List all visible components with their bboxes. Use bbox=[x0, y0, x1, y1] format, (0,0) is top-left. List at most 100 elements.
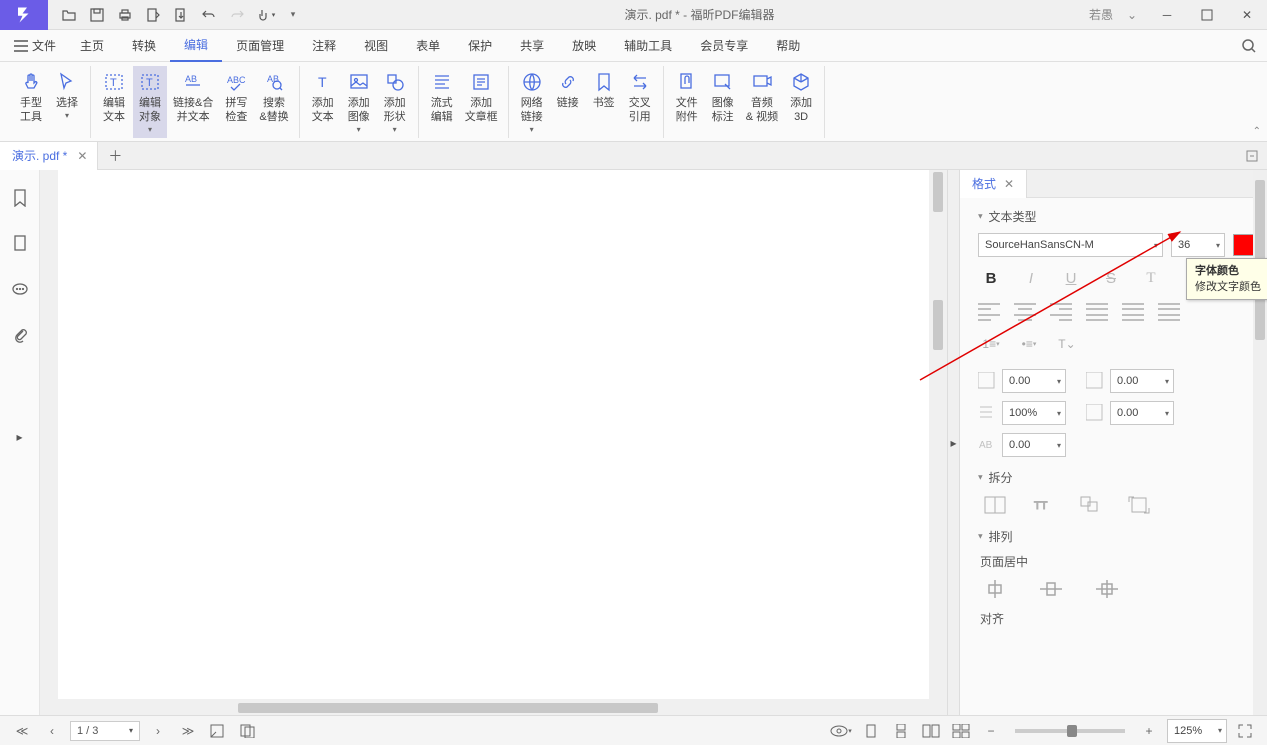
zoom-combo[interactable]: 125%▾ bbox=[1167, 719, 1227, 743]
menu-帮助[interactable]: 帮助 bbox=[762, 30, 814, 62]
format-tab-close-icon[interactable]: ✕ bbox=[1004, 177, 1014, 191]
spacing2-combo[interactable]: 0.00▾ bbox=[1110, 369, 1174, 393]
fullscreen-button[interactable] bbox=[1233, 719, 1257, 743]
pages-icon[interactable] bbox=[8, 232, 32, 256]
section-split[interactable]: 拆分 bbox=[978, 469, 1255, 486]
ribbon-collapse-icon[interactable]: ⌃ bbox=[1253, 126, 1261, 137]
ribbon-编辑文本[interactable]: T编辑 文本 bbox=[97, 66, 131, 128]
horizontal-scrollbar[interactable] bbox=[58, 701, 929, 715]
prev-page-button[interactable]: ‹ bbox=[40, 719, 64, 743]
first-page-button[interactable]: ≪ bbox=[10, 719, 34, 743]
ribbon-交叉引用[interactable]: 交叉 引用 bbox=[623, 66, 657, 128]
left-expand-icon[interactable]: ▸ bbox=[16, 430, 22, 444]
search-icon[interactable] bbox=[1235, 38, 1263, 54]
user-label[interactable]: 若愚 bbox=[1085, 6, 1117, 23]
export-icon[interactable] bbox=[140, 2, 166, 28]
menu-编辑[interactable]: 编辑 bbox=[170, 30, 222, 62]
document-tab[interactable]: 演示. pdf * ✕ bbox=[0, 142, 98, 170]
menu-注释[interactable]: 注释 bbox=[298, 30, 350, 62]
italic-button[interactable]: I bbox=[1020, 267, 1042, 289]
indent-right-button[interactable] bbox=[1158, 303, 1180, 321]
sb-icon2[interactable] bbox=[236, 719, 260, 743]
section-arrange[interactable]: 排列 bbox=[978, 528, 1255, 545]
last-page-button[interactable]: ≫ bbox=[176, 719, 200, 743]
bold-button[interactable]: B bbox=[980, 267, 1002, 289]
menu-辅助工具[interactable]: 辅助工具 bbox=[610, 30, 686, 62]
center-v-button[interactable] bbox=[1038, 578, 1064, 600]
bullet-list-button[interactable]: •≡▾ bbox=[1016, 333, 1042, 355]
char-spacing-combo[interactable]: 0.00▾ bbox=[1002, 433, 1066, 457]
bookmark-icon[interactable] bbox=[8, 186, 32, 210]
view-continuous-icon[interactable] bbox=[889, 719, 913, 743]
next-page-button[interactable]: › bbox=[146, 719, 170, 743]
ribbon-拼写检查[interactable]: ABC拼写 检查 bbox=[219, 66, 253, 128]
comment-icon[interactable] bbox=[8, 278, 32, 302]
format-tab[interactable]: 格式 ✕ bbox=[960, 170, 1027, 198]
sb-icon1[interactable] bbox=[206, 719, 230, 743]
superscript-button[interactable]: T bbox=[1140, 267, 1162, 289]
ribbon-搜索&替换[interactable]: AB搜索 &替换 bbox=[255, 66, 292, 128]
export2-icon[interactable] bbox=[168, 2, 194, 28]
spacing4-combo[interactable]: 0.00▾ bbox=[1110, 401, 1174, 425]
ribbon-编辑对象[interactable]: T编辑 对象▾ bbox=[133, 66, 167, 138]
panel-scrollbar[interactable] bbox=[1253, 170, 1267, 715]
touch-icon[interactable]: ▾ bbox=[252, 2, 278, 28]
indent-left-button[interactable] bbox=[1122, 303, 1144, 321]
zoom-in-button[interactable]: + bbox=[1137, 719, 1161, 743]
strike-button[interactable]: S bbox=[1100, 267, 1122, 289]
split3-button[interactable] bbox=[1078, 494, 1104, 516]
spacing1-combo[interactable]: 0.00▾ bbox=[1002, 369, 1066, 393]
ribbon-文件附件[interactable]: 文件 附件 bbox=[670, 66, 704, 128]
ribbon-网络链接[interactable]: 网络 链接▾ bbox=[515, 66, 549, 138]
align-justify-button[interactable] bbox=[1086, 303, 1108, 321]
number-list-button[interactable]: 1≡▾ bbox=[978, 333, 1004, 355]
menu-共享[interactable]: 共享 bbox=[506, 30, 558, 62]
split4-button[interactable] bbox=[1126, 494, 1152, 516]
vscroll-thumb-top[interactable] bbox=[933, 172, 943, 212]
user-chevron-icon[interactable]: ⌄ bbox=[1117, 8, 1147, 22]
close-button[interactable]: ✕ bbox=[1227, 0, 1267, 30]
save-icon[interactable] bbox=[84, 2, 110, 28]
view-single-icon[interactable] bbox=[859, 719, 883, 743]
zoom-out-button[interactable]: − bbox=[979, 719, 1003, 743]
tab-options-icon[interactable] bbox=[1237, 149, 1267, 163]
ribbon-添加3D[interactable]: 添加 3D bbox=[784, 66, 818, 128]
ribbon-链接[interactable]: 链接 bbox=[551, 66, 585, 114]
font-color-swatch[interactable] bbox=[1233, 234, 1255, 256]
vertical-scrollbar[interactable] bbox=[931, 170, 945, 699]
lineheight-combo[interactable]: 100%▾ bbox=[1002, 401, 1066, 425]
clear-format-button[interactable]: T⌄ bbox=[1054, 333, 1080, 355]
font-combo[interactable]: SourceHanSansCN-M▾ bbox=[978, 233, 1163, 257]
add-tab-button[interactable]: ＋ bbox=[98, 146, 132, 166]
split1-button[interactable] bbox=[982, 494, 1008, 516]
menu-放映[interactable]: 放映 bbox=[558, 30, 610, 62]
zoom-slider[interactable] bbox=[1015, 729, 1125, 733]
canvas[interactable]: 免费·快速·安全 bbox=[40, 170, 947, 715]
ribbon-书签[interactable]: 书签 bbox=[587, 66, 621, 114]
ribbon-选择[interactable]: 选择▾ bbox=[50, 66, 84, 124]
panel-collapse-icon[interactable]: ▸ bbox=[947, 170, 959, 715]
print-icon[interactable] bbox=[112, 2, 138, 28]
vscroll-thumb[interactable] bbox=[933, 300, 943, 350]
menu-表单[interactable]: 表单 bbox=[402, 30, 454, 62]
underline-button[interactable]: U bbox=[1060, 267, 1082, 289]
size-combo[interactable]: 36▾ bbox=[1171, 233, 1225, 257]
menu-主页[interactable]: 主页 bbox=[66, 30, 118, 62]
minimize-button[interactable]: ─ bbox=[1147, 0, 1187, 30]
open-icon[interactable] bbox=[56, 2, 82, 28]
align-left-button[interactable] bbox=[978, 303, 1000, 321]
redo-icon[interactable] bbox=[224, 2, 250, 28]
ribbon-添加文本[interactable]: T添加 文本 bbox=[306, 66, 340, 128]
ribbon-添加形状[interactable]: 添加 形状▾ bbox=[378, 66, 412, 138]
menu-会员专享[interactable]: 会员专享 bbox=[686, 30, 762, 62]
ribbon-添加图像[interactable]: 添加 图像▾ bbox=[342, 66, 376, 138]
view-facing-icon[interactable] bbox=[919, 719, 943, 743]
ribbon-链接&合并文本[interactable]: AB链接&合 并文本 bbox=[169, 66, 217, 128]
tab-close-icon[interactable]: ✕ bbox=[77, 149, 87, 163]
view-facing-cont-icon[interactable] bbox=[949, 719, 973, 743]
view-eye-icon[interactable]: ▾ bbox=[829, 719, 853, 743]
hscroll-thumb[interactable] bbox=[238, 703, 658, 713]
center-h-button[interactable] bbox=[982, 578, 1008, 600]
menu-file[interactable]: 文件 bbox=[4, 37, 66, 54]
menu-转换[interactable]: 转换 bbox=[118, 30, 170, 62]
